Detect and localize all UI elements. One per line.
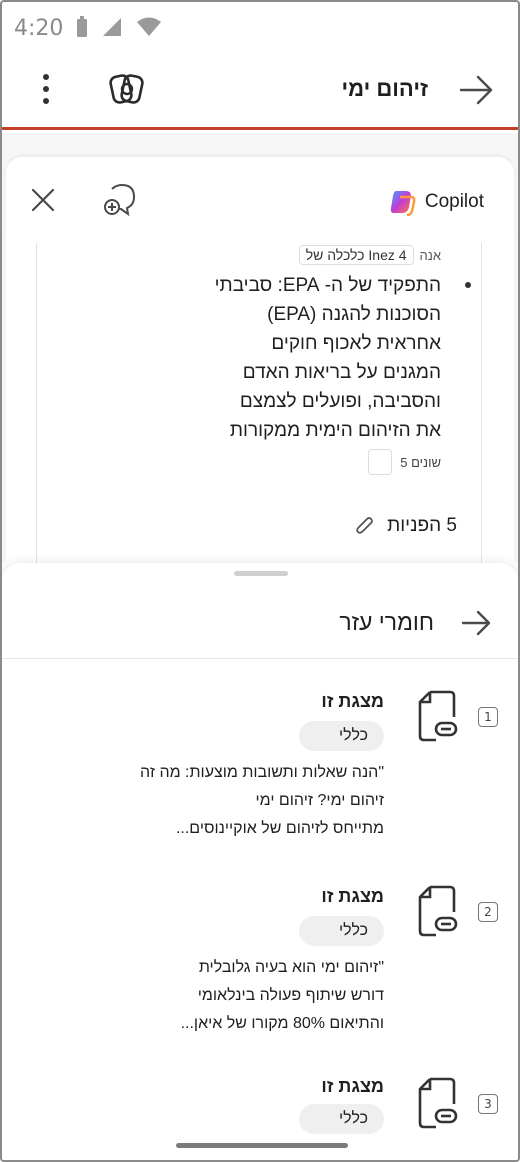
citation-note: שונים 5 [400, 454, 441, 470]
arrow-right-icon[interactable] [458, 72, 496, 108]
sheet-title: חומרי עזר [339, 609, 434, 635]
copilot-brand: Copilot [387, 187, 484, 217]
references-sheet: חומרי עזר 1 מצגת זו כללי "הנה שאלות ותשו… [2, 563, 518, 1160]
linked-file-icon [418, 885, 458, 937]
linked-file-icon [418, 1077, 458, 1129]
excerpt-line: "זיהום ימי הוא בעיה גלובלית [198, 959, 384, 976]
sheet-drag-handle[interactable] [234, 571, 288, 576]
reference-title: מצגת זו [321, 691, 384, 711]
copilot-panel: Copilot אנה Inez 4 כלכלה של התפקיד של ה-… [2, 133, 518, 563]
wifi-icon [137, 17, 161, 36]
meta-prefix: אנה [419, 247, 441, 263]
reference-item[interactable]: 2 מצגת זו כללי "זיהום ימי הוא בעיה גלובל… [2, 878, 518, 1048]
sheet-header: חומרי עזר [2, 593, 518, 659]
status-icons [76, 16, 162, 38]
app-bar: זיהום ימי [2, 52, 518, 130]
reference-number: 1 [478, 707, 498, 727]
new-chat-icon[interactable] [102, 183, 138, 217]
bullet-line: הסוכנות להגנה (EPA) [267, 304, 441, 325]
arrow-right-icon[interactable] [460, 607, 494, 639]
citation-marker[interactable] [368, 449, 393, 475]
bullet-line: התפקיד של ה- EPA: סביבתי [214, 275, 441, 296]
response-bubble: אנה Inez 4 כלכלה של התפקיד של ה- EPA: סב… [36, 243, 482, 563]
reference-tag: כללי [298, 916, 384, 946]
app-frame: 4:20 זיהום ימי Copilot אנה Inez 4 כלכלה … [0, 0, 520, 1162]
excerpt-line: דורש שיתוף פעולה בינלאומי [197, 987, 384, 1004]
bullet-line: המגנים על בריאות האדם [242, 362, 441, 383]
excerpt-line: "הנה שאלות ותשובות מוצעות: מה זה [140, 764, 384, 781]
reference-tag: כללי [298, 1104, 384, 1134]
excerpt-line: מתייחס לזיהום של אוקיינוסים... [175, 820, 384, 837]
source-chip[interactable]: Inez 4 כלכלה של [298, 245, 414, 265]
bullet-line: אחראית לאכוף חוקים [271, 333, 441, 354]
reference-excerpt: "הנה שאלות ותשובות מוצעות: מה זה זיהום י… [54, 759, 384, 843]
references-toggle[interactable]: 5 הפניות [355, 515, 457, 537]
reference-number: 2 [478, 902, 498, 922]
copilot-header: Copilot [6, 157, 514, 243]
reference-title: מצגת זו [321, 1076, 384, 1096]
gesture-nav-bar[interactable] [176, 1143, 348, 1148]
more-options-icon[interactable] [34, 72, 58, 106]
reference-tag: כללי [298, 721, 384, 751]
cell-signal-icon [103, 18, 121, 36]
excerpt-line: והתיאום 80% מקורו של איאן... [180, 1015, 384, 1032]
citation-row[interactable]: שונים 5 [368, 449, 441, 475]
copilot-title: Copilot [424, 191, 484, 212]
reference-number: 3 [478, 1094, 498, 1114]
page-title: זיהום ימי [341, 76, 428, 101]
response-meta: אנה Inez 4 כלכלה של [298, 245, 441, 265]
reference-excerpt: "זיהום ימי הוא בעיה גלובלית דורש שיתוף פ… [54, 954, 384, 1038]
bullet-line: את הזיהום הימית ממקורות [229, 420, 441, 441]
response-bullet: התפקיד של ה- EPA: סביבתי הסוכנות להגנה (… [141, 271, 471, 445]
battery-icon [77, 16, 87, 37]
linked-file-icon [418, 690, 458, 742]
bullet-dot [465, 282, 471, 288]
copilot-logo-icon [390, 191, 416, 217]
excerpt-line: זיהום ימי? זיהום ימי [255, 792, 384, 809]
reference-item[interactable]: 1 מצגת זו כללי "הנה שאלות ותשובות מוצעות… [2, 683, 518, 853]
status-bar: 4:20 [2, 2, 518, 52]
close-icon[interactable] [30, 187, 56, 213]
references-count-label: 5 הפניות [387, 515, 457, 536]
chat-response: אנה Inez 4 כלכלה של התפקיד של ה- EPA: סב… [6, 243, 514, 563]
paperclip-icon [356, 517, 374, 534]
microsoft-365-icon[interactable] [108, 70, 146, 108]
status-time: 4:20 [14, 16, 64, 41]
reference-title: מצגת זו [321, 886, 384, 906]
bullet-line: והסביבה, ופועלים לצמצם [239, 391, 441, 412]
